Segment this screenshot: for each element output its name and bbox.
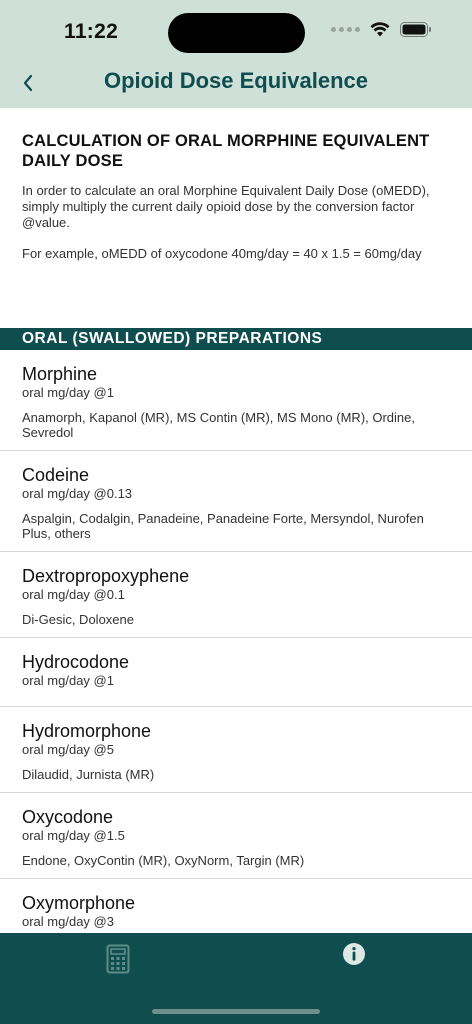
list-item[interactable]: Morphine oral mg/day @1 Anamorph, Kapano… bbox=[0, 350, 472, 451]
status-icons bbox=[331, 22, 432, 37]
drug-name: Oxycodone bbox=[22, 807, 114, 827]
page-title: Opioid Dose Equivalence bbox=[103, 68, 369, 93]
drug-name: Morphine bbox=[22, 364, 98, 384]
drug-dose: oral mg/day @3 bbox=[22, 914, 114, 929]
calculator-icon bbox=[106, 944, 130, 974]
intro-text: In order to calculate an oral Morphine E… bbox=[22, 183, 430, 230]
list-item[interactable]: Oxycodone oral mg/day @1.5 Endone, OxyCo… bbox=[0, 793, 472, 879]
tab-calculator[interactable] bbox=[98, 939, 138, 979]
drug-dose: oral mg/day @0.13 bbox=[22, 486, 133, 501]
battery-icon bbox=[400, 22, 431, 37]
list-item[interactable]: Codeine oral mg/day @0.13 Aspalgin, Coda… bbox=[0, 451, 472, 552]
drug-name: Oxymorphone bbox=[22, 893, 136, 913]
drug-brands: Dilaudid, Jurnista (MR) bbox=[22, 767, 155, 782]
drug-dose: oral mg/day @0.1 bbox=[22, 587, 125, 602]
drug-dose: oral mg/day @1 bbox=[22, 385, 114, 400]
top-bar: 11:22 Opioid Dose Equivalence bbox=[0, 0, 472, 108]
drug-brands: Anamorph, Kapanol (MR), MS Contin (MR), … bbox=[22, 410, 415, 440]
signal-icon bbox=[331, 27, 360, 32]
drug-dose: oral mg/day @1.5 bbox=[22, 828, 125, 843]
drug-name: Dextropropoxyphene bbox=[22, 566, 190, 586]
drug-brands: Di-Gesic, Doloxene bbox=[22, 612, 134, 627]
home-indicator bbox=[152, 1009, 320, 1014]
list-item[interactable]: Dextropropoxyphene oral mg/day @0.1 Di-G… bbox=[0, 552, 472, 638]
content-scroll[interactable]: CALCULATION OF ORAL MORPHINE EQUIVALENT … bbox=[0, 108, 472, 933]
tab-info[interactable] bbox=[334, 934, 374, 974]
section-header: ORAL (SWALLOWED) PREPARATIONS bbox=[0, 328, 472, 350]
drug-name: Hydrocodone bbox=[22, 652, 130, 672]
list-item[interactable]: Hydromorphone oral mg/day @5 Dilaudid, J… bbox=[0, 707, 472, 793]
intro-heading: CALCULATION OF ORAL MORPHINE EQUIVALENT … bbox=[22, 132, 430, 170]
intro-section: CALCULATION OF ORAL MORPHINE EQUIVALENT … bbox=[0, 108, 472, 328]
drug-brands: Aspalgin, Codalgin, Panadeine, Panadeine… bbox=[22, 511, 424, 541]
status-time: 11:22 bbox=[64, 20, 119, 43]
intro-example: For example, oMEDD of oxycodone 40mg/day… bbox=[22, 246, 422, 261]
info-icon bbox=[343, 943, 365, 965]
wifi-icon bbox=[370, 22, 390, 37]
list-item[interactable]: Oxymorphone oral mg/day @3 bbox=[0, 879, 472, 933]
drug-name: Hydromorphone bbox=[22, 721, 152, 741]
drug-name: Codeine bbox=[22, 465, 90, 485]
dynamic-island bbox=[168, 13, 305, 53]
list-item[interactable]: Hydrocodone oral mg/day @1 bbox=[0, 638, 472, 707]
drug-dose: oral mg/day @1 bbox=[22, 673, 114, 688]
drug-dose: oral mg/day @5 bbox=[22, 742, 114, 757]
drug-brands: Endone, OxyContin (MR), OxyNorm, Targin … bbox=[22, 853, 305, 868]
